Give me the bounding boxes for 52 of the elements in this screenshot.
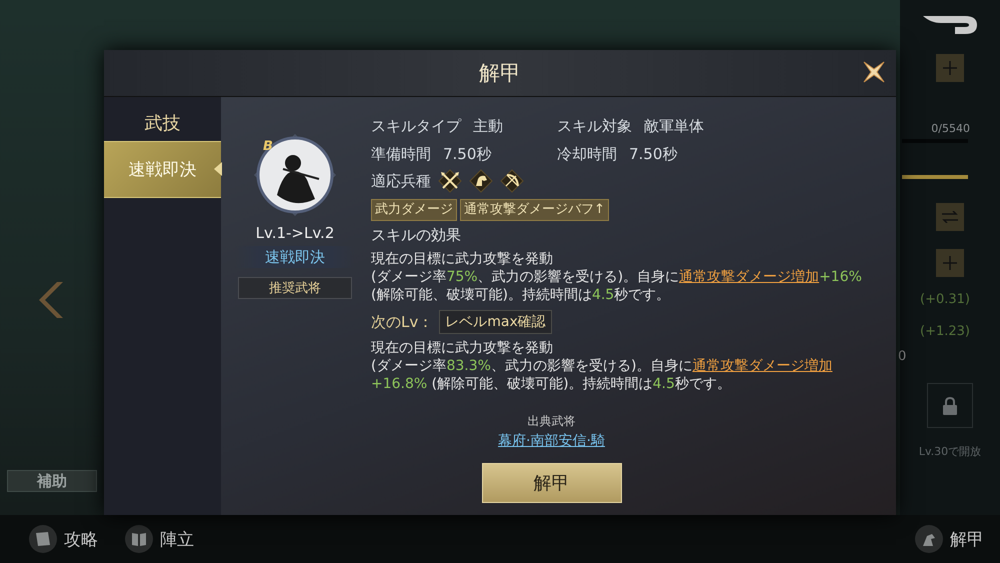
- effect-text: (ダメージ率83.3%、武力の影響を受ける)。自身に通常攻撃ダメージ増加 +16.8% (解除可能、破壊可能)。持続時間は4.5秒です。: [371, 357, 834, 393]
- lock-icon: [942, 396, 958, 414]
- effect-link[interactable]: 通常攻撃ダメージ増加: [692, 358, 832, 374]
- stat-label: 冷却時間: [557, 144, 617, 165]
- stat-value: 0: [898, 348, 906, 366]
- chevron-left-icon[interactable]: [39, 280, 65, 320]
- swap-icon: [942, 211, 958, 223]
- sidebar-heading: 武技: [144, 112, 182, 136]
- effect-heading: スキルの効果: [371, 225, 462, 246]
- side-tab[interactable]: 補助: [7, 470, 97, 492]
- stat-value: 敵軍単体: [644, 116, 704, 137]
- plus-icon: [943, 61, 957, 75]
- stat-label: 準備時間: [371, 144, 431, 165]
- book-icon: [124, 524, 154, 554]
- recommend-button[interactable]: 推奨武将: [238, 277, 352, 299]
- skill-tag: 通常攻撃ダメージバフ↑: [460, 199, 609, 221]
- next-level-label: 次のLv：: [371, 312, 434, 332]
- crossed-spears-icon: [438, 169, 462, 193]
- plus-icon: [943, 256, 957, 270]
- skill-level: Lv.1->Lv.2: [256, 224, 334, 242]
- bottom-nav-item[interactable]: 陣立: [124, 524, 194, 554]
- stat-label: スキルタイプ: [371, 116, 461, 137]
- swap-button[interactable]: [936, 203, 964, 231]
- dialog-title: 解甲: [479, 60, 521, 87]
- bottom-nav-item[interactable]: 解甲: [914, 524, 984, 554]
- dismantle-button[interactable]: 解甲: [482, 463, 622, 503]
- rank-label: B: [263, 139, 273, 154]
- effect-link[interactable]: 通常攻撃ダメージ増加: [679, 269, 820, 285]
- unlock-caption: Lv.30で開放: [918, 444, 982, 459]
- effect-text: 現在の目標に武力攻撃を発動: [371, 250, 554, 268]
- effect-text: 現在の目標に武力攻撃を発動: [371, 339, 554, 357]
- stat-value: 主動: [473, 116, 503, 137]
- plus-button[interactable]: [936, 54, 964, 82]
- max-level-button[interactable]: レベルmax確認: [439, 310, 552, 334]
- source-link[interactable]: 幕府·南部安信·騎: [498, 432, 605, 450]
- source-label: 出典武将: [528, 413, 576, 429]
- stat-gain: (+1.23): [920, 323, 970, 341]
- stat-value: 7.50秒: [443, 144, 492, 165]
- troop-label: 適応兵種: [371, 172, 431, 190]
- bow-icon: [500, 169, 524, 193]
- effect-text: (ダメージ率75%、武力の影響を受ける)。自身に通常攻撃ダメージ増加+16% (解除可能、破壊可能)。持続時間は4.5秒です。: [371, 268, 863, 304]
- bottom-nav-item[interactable]: 攻略: [28, 524, 98, 554]
- horse-head-icon: [469, 169, 493, 193]
- stat-gain: (+0.31): [920, 291, 970, 309]
- close-icon[interactable]: [862, 60, 886, 84]
- stat-label: スキル対象: [557, 116, 632, 137]
- skill-tag: 武力ダメージ: [371, 199, 457, 221]
- exp-reading: 0/5540: [931, 122, 970, 135]
- pointer-icon: [214, 162, 222, 176]
- stat-value: 7.50秒: [629, 144, 678, 165]
- locked-slot[interactable]: [927, 383, 973, 428]
- plus-button[interactable]: [936, 249, 964, 277]
